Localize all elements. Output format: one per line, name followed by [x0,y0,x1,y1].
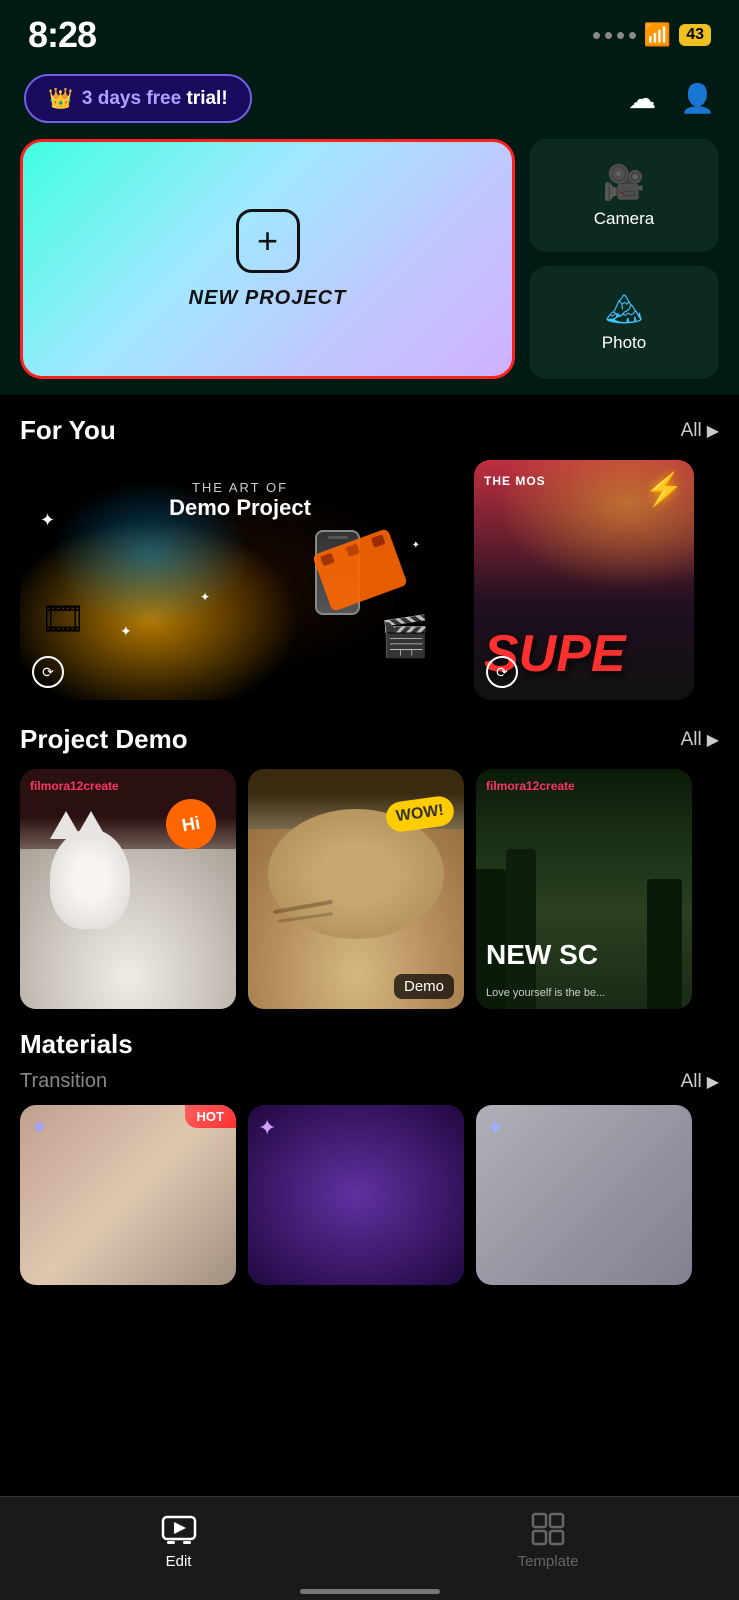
cloud-icon[interactable]: ☁ [628,82,656,115]
project-demo-title: Project Demo [20,724,188,755]
trial-button[interactable]: 👑 3 days free trial! [24,74,252,123]
project-card-3[interactable]: filmora12create NEW SC Love yourself is … [476,769,692,1009]
side-cards: 🎥 Camera 🏔 Photo [529,139,719,379]
film-reel-decoration: 🎞 [40,598,86,640]
transition-star-icon-2: ✦ [258,1115,276,1141]
super-card[interactable]: ⚡ THE MOS SUPE ⟳ [474,460,694,700]
camera-icon: 🎥 [603,163,645,203]
transition-card-3[interactable]: ✦ [476,1105,692,1285]
cat3-bottom-text: Love yourself is the be... [486,987,605,999]
materials-title: Materials [20,1029,719,1060]
signal-icon [593,32,636,39]
camera-label: Camera [594,209,654,229]
cat2-wow-bubble: WOW! [384,794,455,833]
lightning-icon: ⚡ [644,470,684,508]
transition-scroll: ✦ HOT ✦ ✦ [20,1105,719,1285]
demo-project-text: THE ART OF Demo Project [169,480,311,521]
chevron-right-icon-3: ▶ [707,1072,719,1092]
nav-template[interactable]: Template [478,1511,619,1570]
main-content: + NEW PROJECT 🎥 Camera 🏔 Photo [0,139,739,395]
for-you-header: For You All ▶ [20,415,719,446]
demo-art-of-text: THE ART OF [169,480,311,495]
for-you-section: For You All ▶ ✦ ✦ ✦ ✦ THE ART OF Demo Pr… [0,395,739,700]
user-icon[interactable]: 👤 [680,82,715,115]
transition-card-1[interactable]: ✦ HOT [20,1105,236,1285]
camera-card[interactable]: 🎥 Camera [529,139,719,252]
status-bar: 8:28 📶 43 [0,0,739,64]
cat3-new-text: NEW SC [486,941,598,969]
demo-badge: Demo [394,974,454,999]
bottom-nav: Edit Template [0,1496,739,1600]
new-project-plus-icon: + [236,209,300,273]
for-you-scroll: ✦ ✦ ✦ ✦ THE ART OF Demo Project [20,460,719,700]
trial-text: 3 days free trial! [82,88,228,110]
project-demo-header: Project Demo All ▶ [20,724,719,755]
template-nav-label: Template [518,1553,579,1570]
battery-indicator: 43 [679,24,711,46]
photo-card[interactable]: 🏔 Photo [529,266,719,379]
project-card-1[interactable]: filmora12create Hi [20,769,236,1009]
hot-badge: HOT [185,1105,236,1128]
chevron-right-icon: ▶ [707,421,719,441]
cat3-overlay-text: filmora12create [476,769,692,797]
template-nav-icon [530,1511,566,1547]
top-cards-row: + NEW PROJECT 🎥 Camera 🏔 Photo [20,139,719,379]
project-card-2[interactable]: WOW! Demo [248,769,464,1009]
transition-all-button[interactable]: All ▶ [681,1071,719,1093]
status-time: 8:28 [28,14,96,56]
demo-project-card[interactable]: ✦ ✦ ✦ ✦ THE ART OF Demo Project [20,460,460,700]
crown-icon: 👑 [48,86,73,111]
photo-icon: 🏔 [605,292,643,327]
new-project-label: NEW PROJECT [189,287,347,310]
header: 👑 3 days free trial! ☁ 👤 [0,64,739,139]
wifi-icon: 📶 [644,22,671,48]
project-demo-all-button[interactable]: All ▶ [681,729,719,751]
photo-label: Photo [602,333,646,353]
cat1-hi-bubble: Hi [162,795,220,853]
transition-star-icon-1: ✦ [30,1115,48,1141]
demo-play-icon: ⟳ [32,656,64,688]
transition-star-icon-3: ✦ [486,1115,504,1141]
transition-card-2[interactable]: ✦ [248,1105,464,1285]
nav-edit[interactable]: Edit [121,1511,237,1570]
chevron-right-icon-2: ▶ [707,730,719,750]
super-play-icon: ⟳ [486,656,518,688]
status-icons: 📶 43 [593,22,711,48]
home-indicator [300,1589,440,1594]
super-top-text: THE MOS [484,474,546,488]
edit-nav-icon [161,1511,197,1547]
project-demo-section: Project Demo All ▶ filmora12create Hi [0,700,739,1009]
transition-label: Transition [20,1070,107,1093]
project-demo-scroll: filmora12create Hi WOW! Demo [20,769,719,1009]
trial-suffix-text: trial! [186,88,227,109]
trial-free-text: 3 days free [82,88,181,109]
new-project-card[interactable]: + NEW PROJECT [20,139,515,379]
demo-title-text: Demo Project [169,495,311,521]
cat1-overlay-text: filmora12create [20,769,236,797]
for-you-all-button[interactable]: All ▶ [681,420,719,442]
materials-section: Materials Transition All ▶ ✦ HOT ✦ ✦ [0,1009,739,1285]
edit-nav-label: Edit [166,1553,192,1570]
header-actions: ☁ 👤 [628,82,715,115]
transition-header: Transition All ▶ [20,1070,719,1093]
for-you-title: For You [20,415,116,446]
